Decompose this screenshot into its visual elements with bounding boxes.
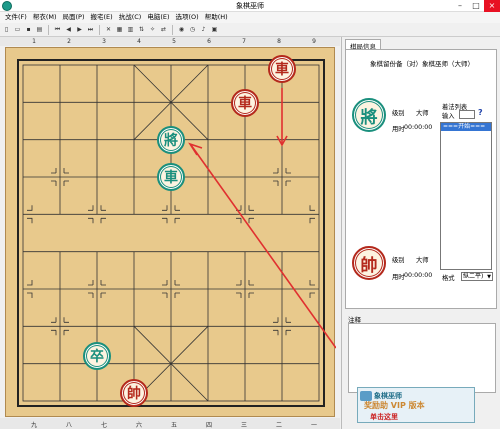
top-time-value: 00:00:00 bbox=[404, 124, 433, 131]
swap-icon[interactable]: ⇄ bbox=[159, 25, 168, 34]
save-icon[interactable]: ▪ bbox=[24, 25, 33, 34]
piece-green-soldier[interactable]: 卒 bbox=[83, 342, 111, 370]
book-icon[interactable]: ▥ bbox=[126, 25, 135, 34]
list-item[interactable]: ===开始=== bbox=[441, 123, 491, 131]
piece-green-general[interactable]: 將 bbox=[157, 126, 185, 154]
format-select[interactable]: 纵二平) ▼ bbox=[461, 272, 493, 281]
bottom-coordinates: 九 八 七 六 五 四 三 二 一 bbox=[0, 418, 340, 429]
menu-file[interactable]: 文件(F) bbox=[2, 12, 30, 23]
coord-bottom: 二 bbox=[275, 422, 282, 429]
coord-bottom: 四 bbox=[205, 422, 212, 429]
title-bar: 象棋巫师 – □ × bbox=[0, 0, 500, 12]
toolbar: ▯ ▭ ▪ ▤ ⏮ ◀ ▶ ⏭ ✕ ▦ ▥ ⇅ ✧ ⇄ ◉ ◷ ♪ ▣ bbox=[0, 23, 500, 37]
separator bbox=[99, 24, 100, 35]
piece-red-chariot[interactable]: 車 bbox=[268, 55, 296, 83]
first-move-icon[interactable]: ⏮ bbox=[53, 25, 62, 34]
menu-help[interactable]: 帮助(H) bbox=[202, 12, 231, 23]
top-level-value: 大师 bbox=[416, 110, 429, 117]
hint-icon[interactable]: ✧ bbox=[148, 25, 157, 34]
top-level-label: 级别 bbox=[392, 110, 405, 117]
piece-red-chariot[interactable]: 車 bbox=[231, 89, 259, 117]
match-header: 象棋留份备（对）象棋巫师（大师） bbox=[370, 60, 474, 68]
prev-move-icon[interactable]: ◀ bbox=[64, 25, 73, 34]
bottom-time-value: 00:00:00 bbox=[404, 272, 433, 279]
coord-top: 6 bbox=[207, 38, 211, 45]
board-icon[interactable]: ▦ bbox=[115, 25, 124, 34]
bottom-level-value: 大师 bbox=[416, 257, 429, 264]
menu-computer[interactable]: 电脑(E) bbox=[144, 12, 172, 23]
menu-bar: 文件(F) 帮衣(M) 局面(P) 搬宅(E) 抗战(C) 电脑(E) 选项(O… bbox=[0, 12, 500, 23]
chess-board[interactable]: 車 車 將 車 卒 帥 bbox=[5, 47, 336, 417]
menu-challenge[interactable]: 抗战(C) bbox=[116, 12, 145, 23]
notes-textarea[interactable] bbox=[348, 323, 496, 393]
next-move-icon[interactable]: ▶ bbox=[75, 25, 84, 34]
menu-position[interactable]: 局面(P) bbox=[60, 12, 88, 23]
coord-top: 4 bbox=[137, 38, 141, 45]
vip-banner[interactable]: 象棋巫师 奖励助 VIP 版本 单击这里 bbox=[357, 387, 475, 423]
coord-top: 1 bbox=[32, 38, 36, 45]
banner-subtitle: 奖励助 VIP 版本 bbox=[364, 401, 425, 410]
coord-bottom: 七 bbox=[100, 422, 107, 429]
top-time-label: 用时 bbox=[392, 126, 405, 133]
coord-bottom: 六 bbox=[135, 422, 142, 429]
delete-icon[interactable]: ✕ bbox=[104, 25, 113, 34]
coord-top: 9 bbox=[312, 38, 316, 45]
coord-bottom: 八 bbox=[65, 422, 72, 429]
banner-cta: 单击这里 bbox=[370, 413, 398, 421]
flip-icon[interactable]: ⇅ bbox=[137, 25, 146, 34]
move-input[interactable] bbox=[459, 110, 475, 119]
game-info-box: 象棋留份备（对）象棋巫师（大师） 將 级别 大师 用时 00:00:00 着法列… bbox=[345, 49, 497, 309]
bottom-time-label: 用时 bbox=[392, 274, 405, 281]
menu-manual[interactable]: 帮衣(M) bbox=[30, 12, 60, 23]
coord-top: 8 bbox=[277, 38, 281, 45]
close-icon[interactable]: × bbox=[484, 0, 500, 12]
help-icon[interactable]: ? bbox=[478, 108, 483, 117]
new-icon[interactable]: ▯ bbox=[2, 25, 11, 34]
chip-icon[interactable]: ▣ bbox=[210, 25, 219, 34]
input-label: 输入 bbox=[442, 113, 455, 120]
coord-bottom: 一 bbox=[310, 422, 317, 429]
coord-bottom: 九 bbox=[30, 422, 37, 429]
minimize-icon[interactable]: – bbox=[452, 0, 468, 12]
format-label: 格式 bbox=[442, 275, 455, 282]
info-panel: 棋局信息 象棋留份备（对）象棋巫师（大师） 將 级别 大师 用时 00:00:0… bbox=[341, 37, 500, 429]
top-player-avatar: 將 bbox=[352, 98, 386, 132]
move-list[interactable]: ===开始=== bbox=[440, 122, 492, 270]
board-grid bbox=[17, 59, 336, 407]
window-title: 象棋巫师 bbox=[236, 2, 264, 10]
bottom-level-label: 级别 bbox=[392, 257, 405, 264]
piece-red-marshal[interactable]: 帥 bbox=[120, 379, 148, 407]
top-coordinates: 1 2 3 4 5 6 7 8 9 bbox=[0, 37, 340, 46]
menu-options[interactable]: 选项(O) bbox=[173, 12, 202, 23]
coord-top: 7 bbox=[242, 38, 246, 45]
bulb-icon[interactable]: ◉ bbox=[177, 25, 186, 34]
coord-bottom: 三 bbox=[240, 422, 247, 429]
clock-icon[interactable]: ◷ bbox=[188, 25, 197, 34]
coord-top: 5 bbox=[172, 38, 176, 45]
piece-green-chariot[interactable]: 車 bbox=[157, 163, 185, 191]
music-icon[interactable]: ♪ bbox=[199, 25, 208, 34]
open-icon[interactable]: ▭ bbox=[13, 25, 22, 34]
maximize-icon[interactable]: □ bbox=[468, 0, 484, 12]
bottom-player-avatar: 帥 bbox=[352, 246, 386, 280]
chevron-down-icon: ▼ bbox=[487, 274, 491, 280]
coord-bottom: 五 bbox=[170, 422, 177, 429]
menu-edit[interactable]: 搬宅(E) bbox=[88, 12, 116, 23]
format-value: 纵二平) bbox=[463, 273, 484, 280]
coord-top: 2 bbox=[67, 38, 71, 45]
print-icon[interactable]: ▤ bbox=[35, 25, 44, 34]
separator bbox=[172, 24, 173, 35]
coord-top: 3 bbox=[102, 38, 106, 45]
separator bbox=[48, 24, 49, 35]
last-move-icon[interactable]: ⏭ bbox=[86, 25, 95, 34]
